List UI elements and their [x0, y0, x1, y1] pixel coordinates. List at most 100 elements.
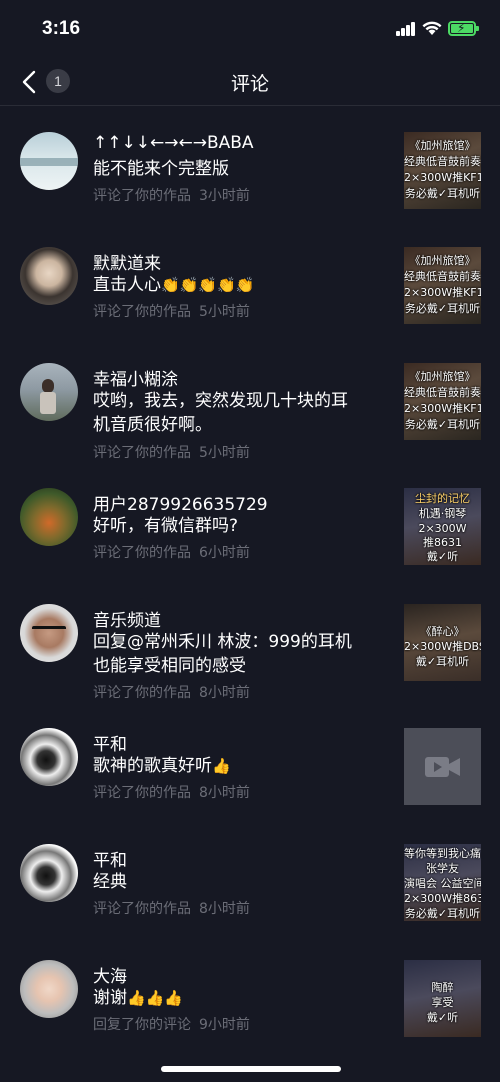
thumbnail-caption: 务必戴✓耳机听: [404, 302, 481, 315]
thumbnail-caption: 《醉心》: [420, 625, 465, 638]
commenter-name[interactable]: 平和: [93, 730, 127, 755]
comment-action: 评论了你的作品: [93, 545, 191, 561]
avatar[interactable]: [20, 363, 78, 421]
comment-text: 经典: [93, 872, 127, 892]
comment-text-body: 谢谢: [93, 988, 127, 1008]
thumbnail-caption: 2×300W: [418, 522, 467, 535]
commenter-name[interactable]: ↑↑↓↓←→←→BABA: [93, 133, 254, 153]
comment-item[interactable]: 音乐频道 回复@常州禾川 林波：999的耳机也能享受相同的感受 评论了你的作品 8…: [0, 580, 500, 704]
thumbs-up-icon: 👍: [212, 757, 231, 775]
comment-meta: 评论了你的作品 6小时前: [93, 542, 250, 562]
comment-item[interactable]: ↑↑↓↓←→←→BABA 能不能来个完整版 评论了你的作品 3小时前 《加州旅馆》…: [0, 107, 500, 223]
commenter-name[interactable]: 用户2879926635729: [93, 490, 268, 515]
thumbnail-caption: 经典低音鼓前奏: [404, 155, 481, 168]
avatar[interactable]: [20, 488, 78, 546]
video-thumbnail[interactable]: 《加州旅馆》 经典低音鼓前奏 2×300W推KF1503 务必戴✓耳机听: [404, 363, 481, 440]
avatar[interactable]: [20, 728, 78, 786]
video-camera-icon: [424, 756, 460, 777]
page-title: 评论: [230, 73, 269, 95]
thumbnail-caption: 戴✓听: [426, 550, 459, 563]
video-thumbnail[interactable]: 《加州旅馆》 经典低音鼓前奏 2×300W推KF1503 务必戴✓耳机听: [404, 247, 481, 324]
comment-action: 评论了你的作品: [93, 188, 191, 204]
comment-meta: 回复了你的评论 9小时前: [93, 1014, 250, 1034]
avatar[interactable]: [20, 247, 78, 305]
video-thumbnail[interactable]: 《醉心》 2×300W推DBS513 戴✓耳机听: [404, 604, 481, 681]
thumbnail-caption: 经典低音鼓前奏: [404, 386, 481, 399]
commenter-name[interactable]: 音乐频道: [93, 606, 161, 631]
comment-action: 评论了你的作品: [93, 785, 191, 801]
comment-meta: 评论了你的作品 5小时前: [93, 301, 250, 321]
comment-time: 9小时前: [199, 1017, 250, 1033]
comment-item[interactable]: 幸福小糊涂 哎哟，我去，突然发现几十块的耳机音质很好啊。 评论了你的作品 5小时前…: [0, 339, 500, 464]
nav-bar: 1 评论: [0, 60, 500, 106]
commenter-name[interactable]: 大海: [93, 962, 127, 987]
avatar[interactable]: [20, 604, 78, 662]
thumbnail-caption: 享受: [431, 996, 454, 1009]
cellular-signal-icon: [396, 22, 416, 36]
commenter-name[interactable]: 平和: [93, 846, 127, 871]
thumbnail-caption: 戴✓耳机听: [415, 655, 470, 668]
avatar[interactable]: [20, 960, 78, 1018]
video-thumbnail[interactable]: 等你等到我心痛 张学友 演唱会 公益空间 2×300W推8631 务必戴✓耳机听: [404, 844, 481, 921]
comment-time: 5小时前: [199, 445, 250, 461]
thumbs-up-icon: 👍👍👍: [127, 989, 184, 1007]
thumbnail-caption: 演唱会 公益空间: [404, 877, 481, 890]
commenter-name[interactable]: 默默道来: [93, 249, 161, 274]
status-bar: 3:16 ⚡: [0, 0, 500, 60]
comment-time: 3小时前: [199, 188, 250, 204]
thumbnail-caption: 《加州旅馆》: [409, 370, 476, 383]
comment-text: 歌神的歌真好听👍: [93, 754, 383, 778]
avatar[interactable]: [20, 844, 78, 902]
comment-action: 评论了你的作品: [93, 445, 191, 461]
comment-meta: 评论了你的作品 8小时前: [93, 782, 250, 802]
thumbnail-caption: 2×300W推KF1503: [404, 171, 481, 184]
comment-action: 评论了你的作品: [93, 901, 191, 917]
wifi-icon: [422, 21, 442, 35]
comment-meta: 评论了你的作品 5小时前: [93, 442, 250, 462]
thumbnail-caption: 《加州旅馆》: [409, 254, 476, 267]
thumbnail-caption: 《加州旅馆》: [409, 139, 476, 152]
comment-time: 8小时前: [199, 785, 250, 801]
home-indicator[interactable]: [161, 1066, 341, 1072]
comment-action: 评论了你的作品: [93, 304, 191, 320]
comment-text-body: 直击人心: [93, 275, 161, 295]
thumbnail-caption: 2×300W推KF1503: [404, 402, 481, 415]
comment-text-body: 歌神的歌真好听: [93, 756, 212, 776]
comment-time: 6小时前: [199, 545, 250, 561]
thumbnail-caption: 张学友: [426, 862, 459, 875]
comment-item[interactable]: 默默道来 直击人心👏👏👏👏👏 评论了你的作品 5小时前 《加州旅馆》 经典低音鼓前…: [0, 223, 500, 339]
video-thumbnail[interactable]: [404, 728, 481, 805]
comment-time: 8小时前: [199, 685, 250, 701]
clapping-hands-icon: 👏👏👏👏👏: [161, 276, 255, 294]
thumbnail-caption: 等你等到我心痛: [404, 847, 481, 860]
comment-list: ↑↑↓↓←→←→BABA 能不能来个完整版 评论了你的作品 3小时前 《加州旅馆》…: [0, 107, 500, 1052]
commenter-name[interactable]: 幸福小糊涂: [93, 365, 178, 390]
thumbnail-caption: 尘封的记忆: [415, 492, 470, 505]
thumbnail-caption: 2×300W推KF1503: [404, 286, 481, 299]
comment-item[interactable]: 大海 谢谢👍👍👍 回复了你的评论 9小时前 陶醉 享受 戴✓听: [0, 936, 500, 1052]
comment-action: 回复了你的评论: [93, 1017, 191, 1033]
thumbnail-caption: 陶醉: [431, 981, 454, 994]
comment-meta: 评论了你的作品 8小时前: [93, 682, 250, 702]
thumbnail-caption: 机遇·钢琴: [418, 507, 467, 520]
thumbnail-caption: 戴✓听: [426, 1011, 459, 1024]
thumbnail-caption: 经典低音鼓前奏: [404, 270, 481, 283]
thumbnail-caption: 2×300W推8631: [404, 892, 481, 905]
avatar[interactable]: [20, 132, 78, 190]
thumbnail-caption: 务必戴✓耳机听: [404, 907, 481, 920]
comment-item[interactable]: 用户2879926635729 好听，有微信群吗? 评论了你的作品 6小时前 尘封…: [0, 464, 500, 580]
video-thumbnail[interactable]: 尘封的记忆 机遇·钢琴 2×300W 推8631 戴✓听: [404, 488, 481, 565]
comment-item[interactable]: 平和 歌神的歌真好听👍 评论了你的作品 8小时前: [0, 704, 500, 820]
comment-item[interactable]: 平和 经典 评论了你的作品 8小时前 等你等到我心痛 张学友 演唱会 公益空间 2…: [0, 820, 500, 936]
thumbnail-caption: 2×300W推DBS513: [404, 640, 481, 653]
video-thumbnail[interactable]: 《加州旅馆》 经典低音鼓前奏 2×300W推KF1503 务必戴✓耳机听: [404, 132, 481, 209]
video-thumbnail[interactable]: 陶醉 享受 戴✓听: [404, 960, 481, 1037]
comment-time: 8小时前: [199, 901, 250, 917]
thumbnail-caption: 推8631: [423, 536, 462, 549]
status-time: 3:16: [42, 18, 81, 39]
comment-text: 回复@常州禾川 林波：999的耳机也能享受相同的感受: [93, 632, 352, 676]
battery-charging-icon: ⚡: [448, 21, 479, 36]
comment-text: 能不能来个完整版: [93, 159, 229, 179]
thumbnail-caption: 务必戴✓耳机听: [404, 418, 481, 431]
comment-text: 哎哟，我去，突然发现几十块的耳机音质很好啊。: [93, 391, 348, 435]
